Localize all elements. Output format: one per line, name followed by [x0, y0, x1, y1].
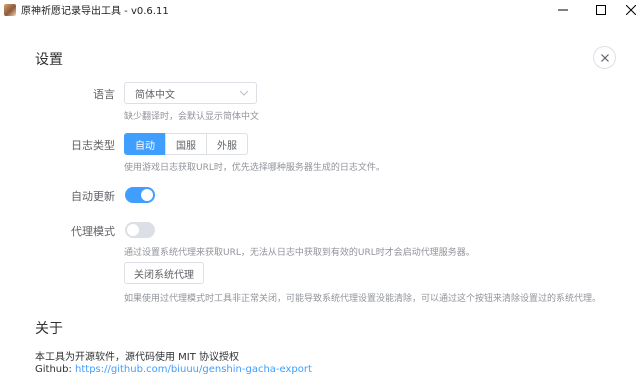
settings-close-button[interactable]: [593, 46, 616, 69]
minimize-button[interactable]: [546, 0, 580, 19]
proxy-mode-toggle[interactable]: [125, 222, 155, 238]
window-close-button[interactable]: [614, 0, 644, 19]
log-type-radio-group: 自动 国服 外服: [124, 133, 248, 155]
proxy-mode-hint: 通过设置系统代理来获取URL，无法从日志中获取到有效的URL时才会启动代理服务器…: [124, 248, 475, 258]
chevron-down-icon: [239, 90, 249, 96]
settings-title: 设置: [35, 52, 63, 68]
github-link[interactable]: https://github.com/biuuu/genshin-gacha-e…: [75, 364, 312, 375]
language-hint: 缺少翻译时，会默认显示简体中文: [124, 112, 260, 122]
toggle-knob: [127, 224, 139, 236]
close-system-proxy-button[interactable]: 关闭系统代理: [124, 262, 204, 284]
language-select[interactable]: 简体中文: [124, 82, 257, 104]
github-label: Github:: [35, 364, 76, 375]
close-icon: [626, 4, 636, 15]
app-icon: [4, 3, 16, 16]
close-icon: [600, 53, 609, 62]
log-type-option-global[interactable]: 外服: [206, 133, 248, 155]
proxy-mode-note: 如果使用过代理模式时工具非正常关闭，可能导致系统代理设置没能清除，可以通过这个按…: [124, 294, 602, 304]
proxy-mode-label: 代理模式: [71, 225, 115, 238]
maximize-icon: [596, 4, 606, 15]
log-type-hint: 使用游戏日志获取URL时，优先选择哪种服务器生成的日志文件。: [124, 163, 385, 173]
toggle-knob: [141, 189, 153, 201]
about-license-text: 本工具为开源软件，源代码使用 MIT 协议授权: [35, 352, 240, 363]
log-type-label: 日志类型: [71, 139, 115, 152]
language-selected-value: 简体中文: [135, 89, 175, 101]
maximize-button[interactable]: [584, 0, 618, 19]
minimize-icon: [558, 9, 568, 10]
about-github-line: Github: https://github.com/biuuu/genshin…: [35, 364, 312, 375]
window-title: 原神祈愿记录导出工具 - v0.6.11: [21, 6, 169, 17]
auto-update-toggle[interactable]: [125, 187, 155, 203]
auto-update-label: 自动更新: [71, 190, 115, 203]
about-title: 关于: [35, 321, 63, 337]
log-type-option-auto[interactable]: 自动: [124, 133, 166, 155]
log-type-option-cn[interactable]: 国服: [165, 133, 207, 155]
language-label: 语言: [93, 88, 115, 101]
